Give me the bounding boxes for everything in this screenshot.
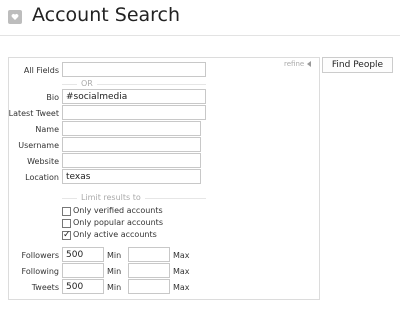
username-input[interactable]: [62, 137, 201, 152]
followers-min-label: Min: [107, 251, 122, 260]
name-input[interactable]: [62, 121, 201, 136]
following-max-input[interactable]: [128, 263, 170, 278]
website-label: Website: [27, 157, 59, 166]
page-title: Account Search: [32, 4, 181, 26]
following-min-input[interactable]: [62, 263, 104, 278]
or-divider: OR: [77, 79, 97, 88]
followers-max-label: Max: [173, 251, 190, 260]
all-fields-input[interactable]: [62, 62, 206, 77]
bio-label: Bio: [46, 93, 59, 102]
latest-tweet-label: Latest Tweet: [8, 109, 59, 118]
followers-min-input[interactable]: 500: [62, 247, 104, 262]
tweets-max-input[interactable]: [128, 279, 170, 294]
website-input[interactable]: [62, 153, 201, 168]
active-checkbox-label: Only active accounts: [73, 230, 157, 239]
followers-max-input[interactable]: [128, 247, 170, 262]
verified-checkbox[interactable]: [62, 207, 71, 216]
checkmark-icon: ✓: [63, 230, 71, 240]
heart-icon: [8, 10, 22, 24]
name-label: Name: [35, 125, 59, 134]
limit-divider: Limit results to: [77, 193, 145, 202]
following-label: Following: [21, 267, 59, 276]
refine-link[interactable]: refine: [284, 60, 312, 68]
popular-checkbox[interactable]: [62, 219, 71, 228]
following-min-label: Min: [107, 267, 122, 276]
username-label: Username: [18, 141, 59, 150]
title-divider: [0, 35, 400, 36]
active-checkbox[interactable]: ✓: [62, 230, 71, 240]
heart-glyph: [11, 14, 19, 20]
tweets-label: Tweets: [31, 283, 59, 292]
latest-tweet-input[interactable]: [62, 105, 206, 120]
verified-checkbox-label: Only verified accounts: [73, 206, 163, 215]
refine-label: refine: [284, 60, 305, 68]
tweets-min-label: Min: [107, 283, 122, 292]
location-input[interactable]: texas: [62, 169, 201, 184]
popular-checkbox-label: Only popular accounts: [73, 218, 163, 227]
tweets-max-label: Max: [173, 283, 190, 292]
location-label: Location: [25, 173, 59, 182]
followers-label: Followers: [21, 251, 59, 260]
all-fields-label: All Fields: [23, 66, 59, 75]
following-max-label: Max: [173, 267, 190, 276]
bio-input[interactable]: #socialmedia: [62, 89, 206, 104]
tweets-min-input[interactable]: 500: [62, 279, 104, 294]
caret-left-icon: [307, 61, 312, 67]
find-people-button[interactable]: Find People: [322, 57, 393, 73]
